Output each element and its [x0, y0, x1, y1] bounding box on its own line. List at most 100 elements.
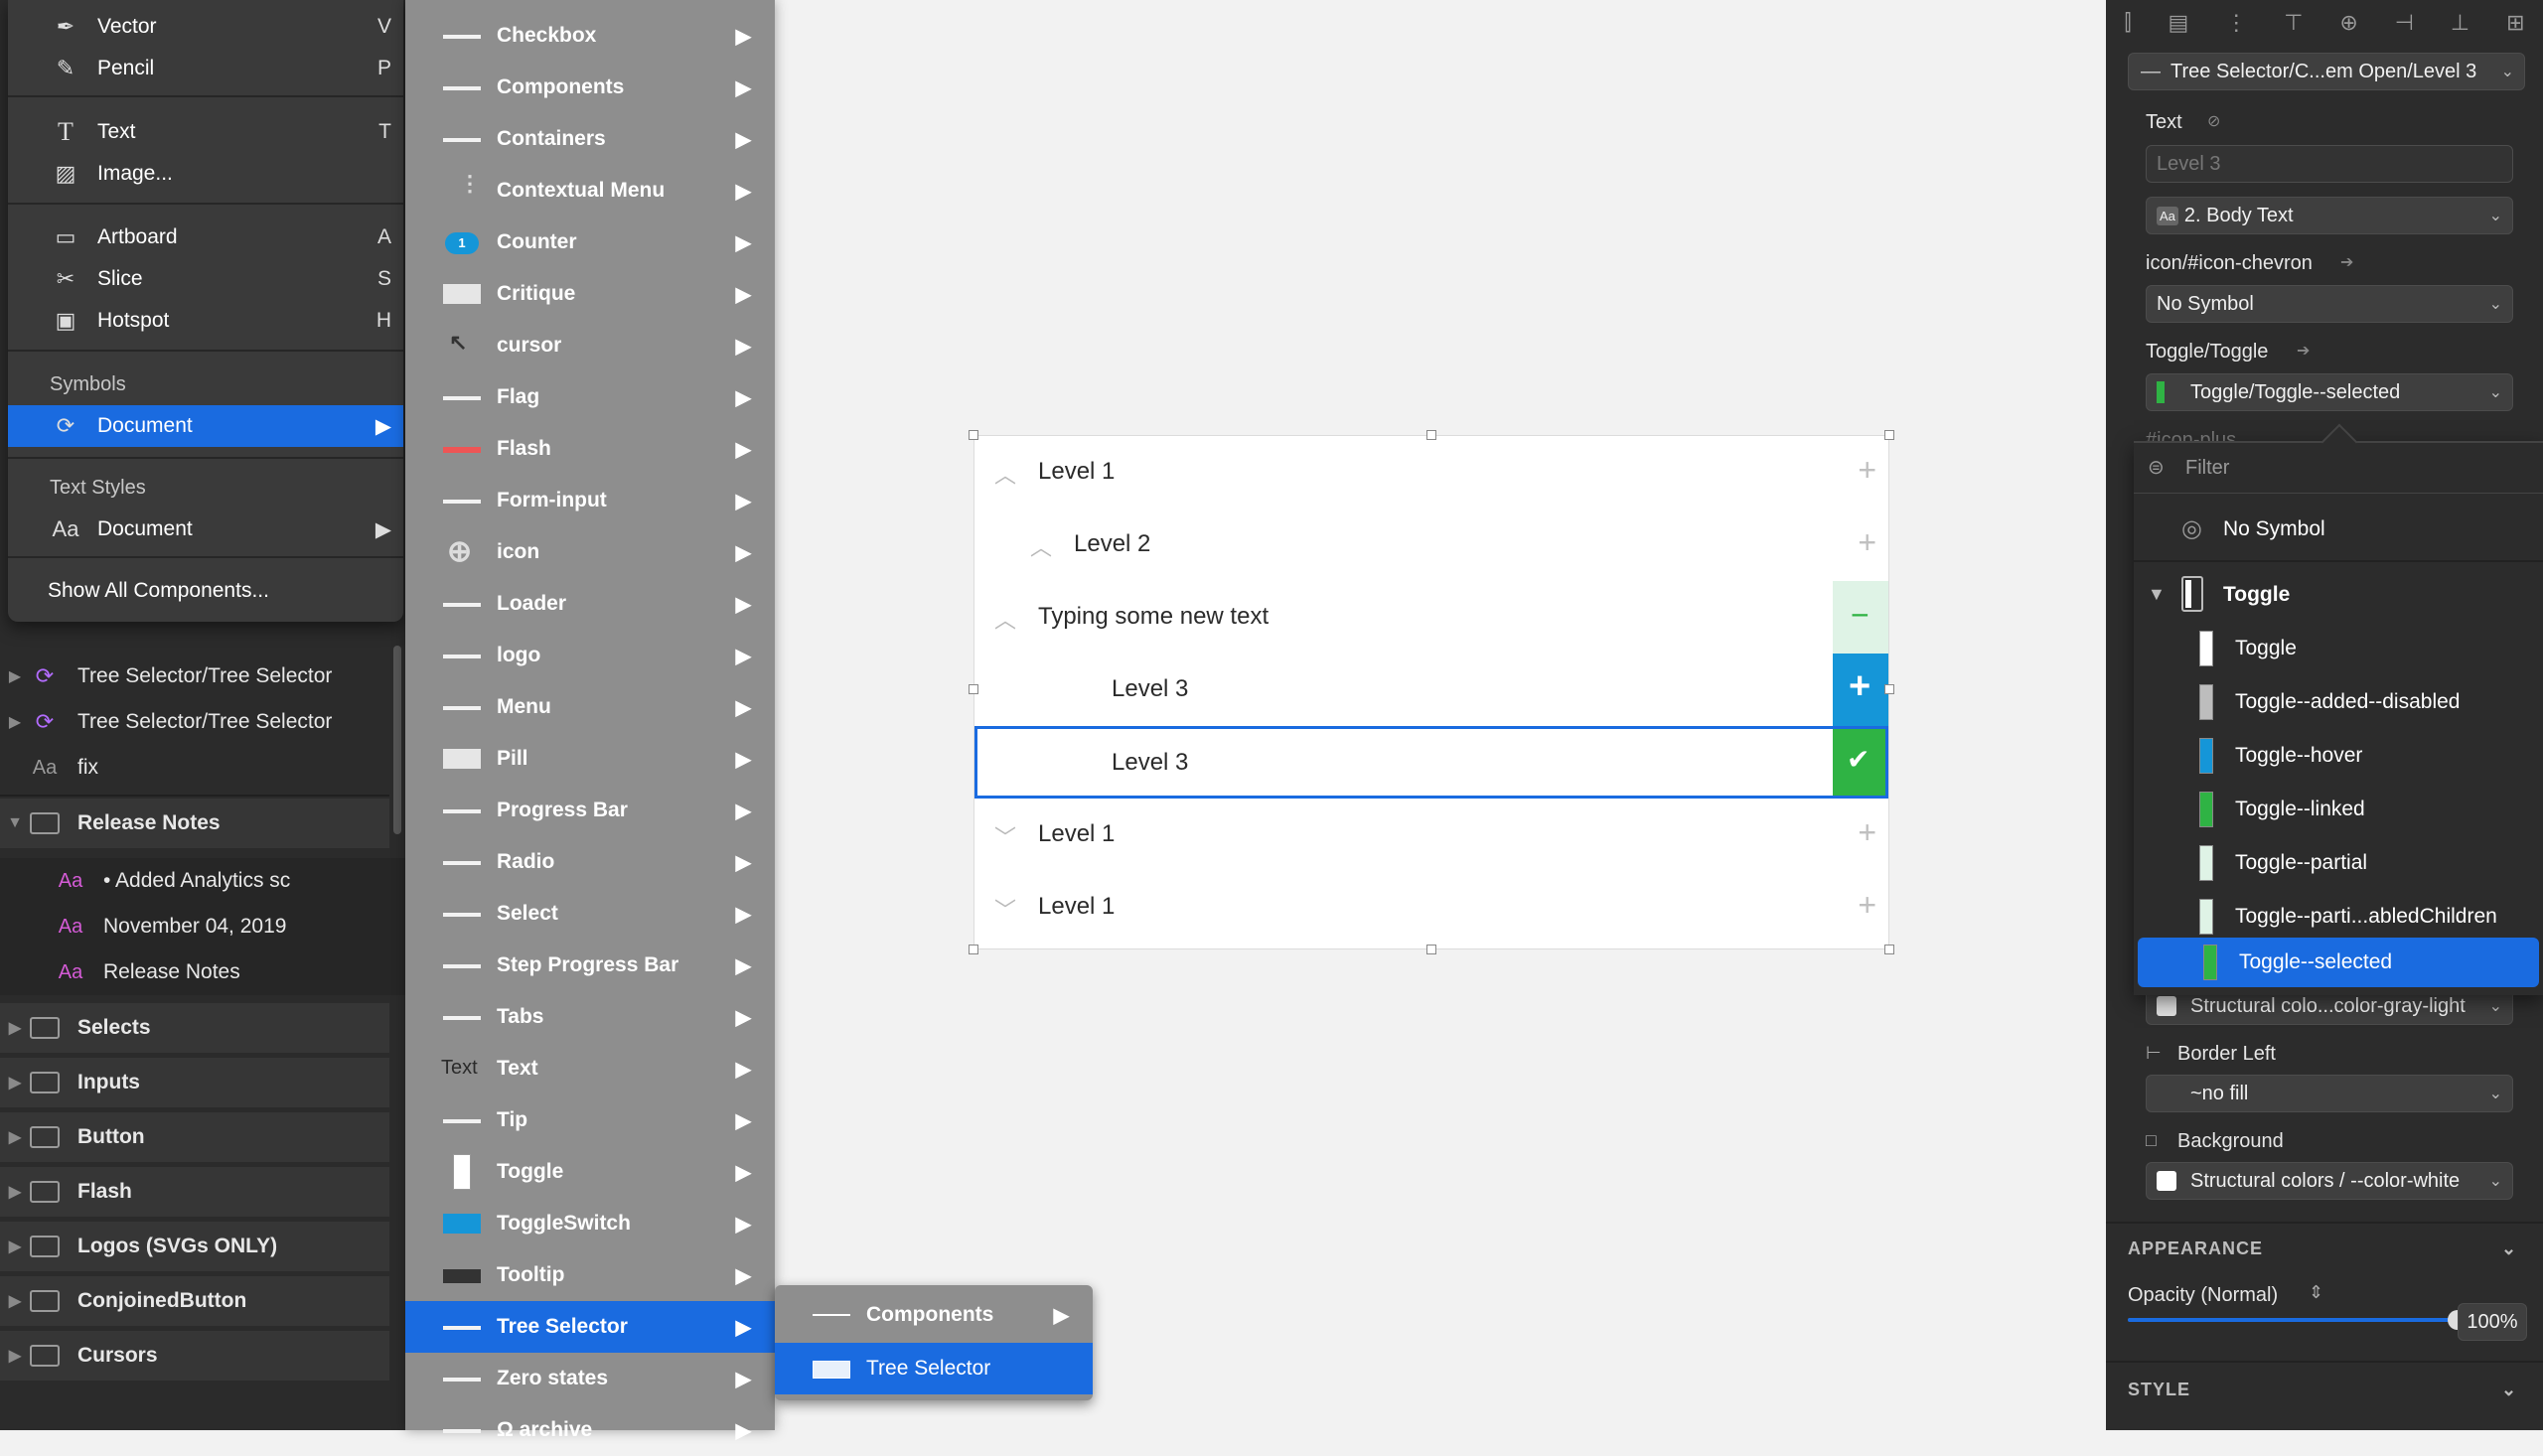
background-color-select[interactable]: Structural colors / --color-white ⌄: [2146, 1162, 2513, 1200]
layer-group[interactable]: ▶ ConjoinedButton: [0, 1276, 389, 1326]
submenu-item-tree-selector[interactable]: Tree Selector: [775, 1343, 1093, 1394]
border-left-select[interactable]: ~no fill ⌄: [2146, 1075, 2513, 1112]
chevron-down-icon[interactable]: ﹀: [994, 893, 1016, 925]
symbol-option[interactable]: Toggle--linked: [2134, 785, 2535, 834]
symbols-menu-item[interactable]: Containers ▶: [405, 113, 775, 165]
symbols-menu-item[interactable]: Text Text ▶: [405, 1043, 775, 1094]
opacity-slider-track[interactable]: [2128, 1310, 2468, 1330]
layer-row[interactable]: Aa fix: [0, 745, 389, 791]
tree-row[interactable]: ﹀ Level 1 +: [974, 871, 1888, 944]
menu-item-text-styles-document[interactable]: Aa Document ▶: [8, 509, 403, 550]
align-top-icon[interactable]: ⊤: [2284, 10, 2303, 36]
layer-row[interactable]: Aa • Added Analytics sc: [0, 858, 445, 904]
plus-icon[interactable]: +: [1858, 887, 1876, 924]
opacity-input[interactable]: 100%: [2458, 1303, 2527, 1341]
symbol-option[interactable]: Toggle--partial: [2134, 838, 2535, 888]
layer-group[interactable]: ▶ Cursors: [0, 1331, 389, 1381]
align-center-h-icon[interactable]: ▤: [2169, 10, 2189, 36]
disclosure-triangle-icon[interactable]: ▶: [0, 1291, 30, 1311]
plus-icon[interactable]: +: [1858, 452, 1876, 489]
symbols-menu-item[interactable]: ↖ cursor ▶: [405, 320, 775, 371]
disclosure-triangle-icon[interactable]: ▶: [0, 712, 30, 732]
menu-item-pencil[interactable]: ✎ Pencil P: [8, 48, 403, 89]
distribute-v-icon[interactable]: ⊞: [2506, 10, 2524, 36]
menu-item-symbols-document[interactable]: ⟳ Document ▶: [8, 405, 403, 447]
symbols-menu-item[interactable]: Select ▶: [405, 888, 775, 940]
symbols-menu-item[interactable]: Menu ▶: [405, 681, 775, 733]
submenu-item-components[interactable]: Components ▶: [775, 1289, 1093, 1341]
plus-icon[interactable]: +: [1858, 524, 1876, 561]
symbols-menu-item[interactable]: Step Progress Bar ▶: [405, 940, 775, 991]
symbol-option-no-symbol[interactable]: ◎ No Symbol: [2134, 505, 2535, 554]
menu-item-text[interactable]: T Text T: [8, 111, 403, 153]
toggle-override-select[interactable]: Toggle/Toggle--selected ⌄: [2146, 373, 2513, 411]
resize-handle[interactable]: [1884, 684, 1894, 694]
layer-row[interactable]: ▶ ⟳ Tree Selector/Tree Selector: [0, 654, 389, 699]
tree-row[interactable]: ︿ Level 2 +: [974, 509, 1888, 583]
symbols-menu-item[interactable]: ⋮ Contextual Menu ▶: [405, 165, 775, 217]
layer-row[interactable]: Aa November 04, 2019: [0, 904, 445, 949]
symbols-menu-item[interactable]: ⊕ icon ▶: [405, 526, 775, 578]
scrollbar-thumb[interactable]: [393, 646, 401, 834]
style-section[interactable]: STYLE ⌄: [2128, 1380, 2525, 1400]
menu-item-artboard[interactable]: ▭ Artboard A: [8, 217, 403, 258]
appearance-section[interactable]: APPEARANCE ⌄: [2128, 1238, 2525, 1259]
resize-handle[interactable]: [969, 945, 978, 954]
layer-group[interactable]: ▶ Button: [0, 1112, 389, 1162]
symbols-menu-item[interactable]: Components ▶: [405, 62, 775, 113]
go-to-symbol-icon[interactable]: ➔: [2297, 341, 2310, 361]
tree-row[interactable]: ﹀ Level 1 +: [974, 799, 1888, 873]
text-override-input[interactable]: Level 3: [2146, 145, 2513, 183]
distribute-icon[interactable]: ⋮: [2225, 10, 2247, 36]
chevron-up-icon[interactable]: ︿: [1030, 530, 1052, 562]
tree-selector[interactable]: ︿ Level 1 + ︿ Level 2 + ︿ Typing some ne…: [969, 430, 1894, 954]
chevron-up-icon[interactable]: ︿: [994, 603, 1016, 635]
layer-group[interactable]: ▶ Flash: [0, 1167, 389, 1217]
symbols-menu-item[interactable]: Ω archive ▶: [405, 1404, 775, 1456]
layer-group-release-notes[interactable]: ▼ Release Notes: [0, 799, 389, 848]
symbol-option[interactable]: Toggle: [2134, 624, 2535, 673]
add-button[interactable]: +: [1833, 654, 1888, 726]
align-right-icon[interactable]: ⊣: [2395, 10, 2414, 36]
chevron-down-icon[interactable]: ﹀: [994, 820, 1016, 852]
disclosure-triangle-icon[interactable]: ▶: [0, 1073, 30, 1092]
symbols-menu-item[interactable]: Form-input ▶: [405, 475, 775, 526]
symbols-menu-item[interactable]: Flash ▶: [405, 423, 775, 475]
tree-row-selected[interactable]: Level 3 ✔: [974, 726, 1888, 799]
symbol-option[interactable]: Toggle--added--disabled: [2134, 677, 2535, 727]
layer-group[interactable]: ▶ Logos (SVGs ONLY): [0, 1222, 389, 1271]
layer-row[interactable]: ▶ ⟳ Tree Selector/Tree Selector: [0, 699, 389, 745]
go-to-symbol-icon[interactable]: ➔: [2340, 252, 2353, 272]
minus-button[interactable]: −: [1833, 581, 1888, 654]
symbols-menu-item[interactable]: Zero states ▶: [405, 1353, 775, 1404]
tree-row[interactable]: Level 3 +: [974, 654, 1888, 728]
symbols-menu-item[interactable]: Tip ▶: [405, 1094, 775, 1146]
resize-handle[interactable]: [1884, 945, 1894, 954]
disclosure-triangle-icon[interactable]: ▶: [0, 1346, 30, 1366]
chevron-up-icon[interactable]: ︿: [994, 458, 1016, 490]
symbols-menu-item[interactable]: 1 Counter ▶: [405, 217, 775, 268]
blend-mode-stepper-icon[interactable]: ⇕: [2309, 1282, 2323, 1303]
symbols-menu-item[interactable]: logo ▶: [405, 630, 775, 681]
symbols-menu-item[interactable]: Progress Bar ▶: [405, 785, 775, 836]
symbols-menu-item[interactable]: Tree Selector ▶: [405, 1301, 775, 1353]
symbol-master-select[interactable]: — Tree Selector/C...em Open/Level 3 ⌄: [2128, 53, 2525, 90]
symbols-menu-item[interactable]: Pill ▶: [405, 733, 775, 785]
symbols-menu-item[interactable]: Tooltip ▶: [405, 1249, 775, 1301]
filter-field[interactable]: ⊜ Filter: [2134, 443, 2543, 494]
align-left-icon[interactable]: ⫿: [2124, 10, 2131, 36]
symbol-option-selected[interactable]: Toggle--selected: [2138, 938, 2539, 987]
symbols-menu-item[interactable]: Loader ▶: [405, 578, 775, 630]
symbols-menu-item[interactable]: Checkbox ▶: [405, 10, 775, 62]
plus-icon[interactable]: +: [1858, 814, 1876, 851]
resize-handle[interactable]: [969, 684, 978, 694]
symbol-option[interactable]: Toggle--parti...abledChildren: [2134, 892, 2535, 942]
menu-item-image[interactable]: ▨ Image...: [8, 153, 403, 195]
symbols-menu-item[interactable]: Toggle ▶: [405, 1146, 775, 1198]
disclosure-triangle-icon[interactable]: ▼: [0, 814, 30, 832]
symbols-menu-item[interactable]: ToggleSwitch ▶: [405, 1198, 775, 1249]
disclosure-triangle-icon[interactable]: ▶: [0, 1182, 30, 1202]
disclosure-triangle-icon[interactable]: ▶: [0, 1018, 30, 1038]
symbols-menu-item[interactable]: Tabs ▶: [405, 991, 775, 1043]
disclosure-triangle-icon[interactable]: ▼: [2148, 584, 2166, 605]
